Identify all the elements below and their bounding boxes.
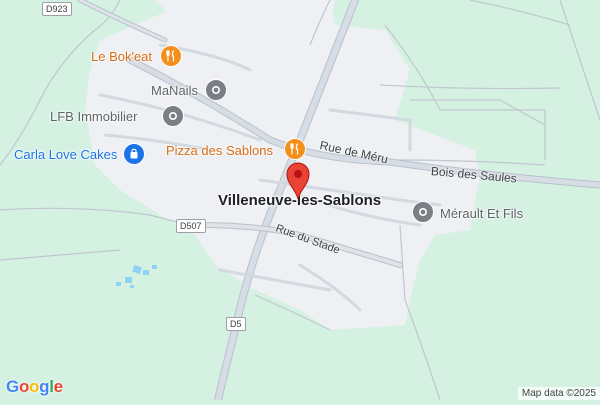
map-marker-icon[interactable] <box>285 162 311 200</box>
place-label-manails[interactable]: MaNails <box>151 83 198 98</box>
place-pin-pizza-des-sablons[interactable] <box>284 138 306 160</box>
map-attribution[interactable]: Map data ©2025 <box>517 387 600 400</box>
place-pin-manails[interactable] <box>205 79 227 101</box>
place-pin-le-bokeat[interactable] <box>160 45 182 67</box>
generic-place-icon <box>211 85 221 95</box>
place-pin-lfb-immobilier[interactable] <box>162 105 184 127</box>
place-label-le-bokeat[interactable]: Le Bok'eat <box>91 49 152 64</box>
place-label-lfb-immobilier[interactable]: LFB Immobilier <box>50 109 137 124</box>
road-shield-d5: D5 <box>226 317 246 331</box>
road-shield-d507: D507 <box>176 219 206 233</box>
place-pin-carla-love-cakes[interactable] <box>123 143 145 165</box>
place-label-pizza-des-sablons[interactable]: Pizza des Sablons <box>166 143 273 158</box>
generic-place-icon <box>418 207 428 217</box>
place-label-merault-et-fils[interactable]: Mérault Et Fils <box>440 206 523 221</box>
road-shield-d923: D923 <box>42 2 72 16</box>
place-label-carla-love-cakes[interactable]: Carla Love Cakes <box>14 147 117 162</box>
shopping-bag-icon <box>130 148 138 159</box>
generic-place-icon <box>168 111 178 121</box>
fork-knife-icon <box>166 50 175 62</box>
fork-knife-icon <box>290 143 299 155</box>
google-logo[interactable]: Google <box>6 377 63 397</box>
map-canvas[interactable]: D923 D507 D5 Rue de Méru Bois des Saules… <box>0 0 600 404</box>
place-pin-merault-et-fils[interactable] <box>412 201 434 223</box>
